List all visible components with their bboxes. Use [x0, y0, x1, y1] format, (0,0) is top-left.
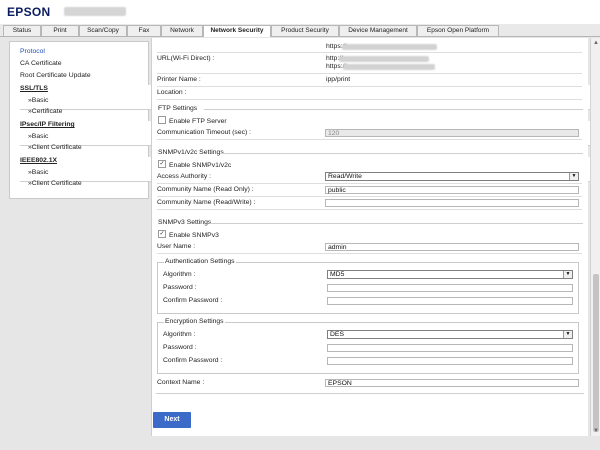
community-rw-row: Community Name (Read/Write) :: [157, 197, 582, 210]
tab-scan-copy[interactable]: Scan/Copy: [79, 25, 127, 36]
url-wifi-direct-row: URL(Wi-Fi Direct) : http:// https://: [157, 53, 582, 74]
section-divider: [204, 109, 583, 110]
sidebar-item-ipsec-basic[interactable]: »Basic: [28, 133, 48, 140]
snmpv1-enable-label: Enable SNMPv1/v2c: [169, 161, 232, 169]
header-bar: EPSON: [0, 0, 600, 25]
tab-device-management[interactable]: Device Management: [339, 25, 417, 36]
tab-print[interactable]: Print: [41, 25, 79, 36]
snmpv1-enable-checkbox[interactable]: ✓: [158, 160, 166, 168]
snmpv3-enable-label: Enable SNMPv3: [169, 231, 219, 239]
scrollbar-thumb[interactable]: [593, 274, 599, 432]
redacted-url: [342, 44, 437, 50]
access-authority-row: Access Authority : Read/Write ▼: [157, 171, 582, 184]
auth-algorithm-label: Algorithm :: [163, 271, 196, 278]
sidebar-item-ieee-client-certificate[interactable]: »Client Certificate: [28, 180, 82, 187]
section-divider: [210, 223, 583, 224]
user-name-label: User Name :: [157, 243, 196, 250]
encryption-settings-title: Encryption Settings: [164, 318, 225, 325]
enc-password-label: Password :: [163, 344, 197, 351]
section-divider: [156, 393, 584, 394]
redacted-url: [339, 56, 429, 62]
sidebar-item-ipsec-client-certificate[interactable]: »Client Certificate: [28, 144, 82, 151]
snmpv1-enable-row: ✓ Enable SNMPv1/v2c: [158, 160, 232, 169]
next-button[interactable]: Next: [153, 412, 191, 428]
community-rw-input[interactable]: [325, 199, 579, 207]
chevron-down-icon: ▼: [563, 271, 572, 278]
context-name-row: Context Name : EPSON: [157, 377, 582, 389]
context-name-label: Context Name :: [157, 379, 205, 386]
ftp-enable-checkbox[interactable]: [158, 116, 166, 124]
vertical-scrollbar[interactable]: ▲ ▼: [590, 38, 600, 436]
chevron-down-icon: ▼: [569, 173, 578, 180]
sidebar-item-protocol[interactable]: Protocol: [20, 48, 45, 55]
community-rw-label: Community Name (Read/Write) :: [157, 199, 256, 206]
enc-confirm-password-input[interactable]: [327, 357, 573, 365]
access-authority-value: Read/Write: [328, 173, 362, 180]
encryption-settings-box: Encryption Settings Algorithm : DES ▼ Pa…: [157, 318, 579, 374]
sidebar: Protocol CA Certificate Root Certificate…: [9, 41, 600, 199]
auth-password-input[interactable]: [327, 284, 573, 292]
ftp-timeout-input[interactable]: 120: [325, 129, 579, 137]
authentication-settings-box: Authentication Settings Algorithm : MD5 …: [157, 258, 579, 314]
community-ro-row: Community Name (Read Only) : public: [157, 184, 582, 197]
enc-algorithm-select[interactable]: DES ▼: [327, 330, 573, 339]
snmpv3-enable-checkbox[interactable]: ✓: [158, 230, 166, 238]
sidebar-item-root-certificate-update[interactable]: Root Certificate Update: [20, 72, 91, 79]
community-ro-label: Community Name (Read Only) :: [157, 186, 254, 193]
enc-algorithm-value: DES: [330, 331, 344, 338]
snmpv3-enable-row: ✓ Enable SNMPv3: [158, 230, 219, 239]
ftp-timeout-label: Communication Timeout (sec) :: [157, 129, 252, 136]
tab-product-security[interactable]: Product Security: [271, 25, 339, 36]
url-wifi-direct-label: URL(Wi-Fi Direct) :: [157, 55, 215, 62]
user-name-row: User Name : admin: [157, 241, 582, 254]
epson-logo: EPSON: [7, 5, 51, 19]
ftp-settings-title: FTP Settings: [158, 105, 198, 112]
scroll-up-arrow-icon[interactable]: ▲: [592, 39, 600, 47]
ftp-enable-label: Enable FTP Server: [169, 117, 227, 125]
authentication-settings-title: Authentication Settings: [164, 258, 236, 265]
chevron-down-icon: ▼: [563, 331, 572, 338]
section-divider: [220, 153, 583, 154]
auth-algorithm-value: MD5: [330, 271, 345, 278]
enc-password-input[interactable]: [327, 344, 573, 352]
printer-name-row: Printer Name : ipp/print: [157, 74, 582, 87]
sidebar-item-ssl-basic[interactable]: »Basic: [28, 97, 48, 104]
enc-confirm-password-label: Confirm Password :: [163, 357, 223, 364]
model-name-redacted: [64, 7, 126, 16]
tab-status[interactable]: Status: [3, 25, 41, 36]
sidebar-item-ssl-certificate[interactable]: »Certificate: [28, 108, 62, 115]
auth-confirm-password-label: Confirm Password :: [163, 297, 223, 304]
tab-network[interactable]: Network: [161, 25, 203, 36]
sidebar-item-ca-certificate[interactable]: CA Certificate: [20, 60, 62, 67]
context-name-input[interactable]: EPSON: [325, 379, 579, 387]
redacted-url: [343, 64, 435, 70]
user-name-input[interactable]: admin: [325, 243, 579, 251]
access-authority-label: Access Authority :: [157, 173, 212, 180]
snmpv3-settings-title: SNMPv3 Settings: [158, 219, 212, 226]
url-row-top: https://: [157, 38, 582, 53]
enc-algorithm-label: Algorithm :: [163, 331, 196, 338]
printer-name-label: Printer Name :: [157, 76, 201, 83]
auth-password-label: Password :: [163, 284, 197, 291]
auth-algorithm-select[interactable]: MD5 ▼: [327, 270, 573, 279]
location-label: Location :: [157, 89, 187, 96]
tab-bar: Status Print Scan/Copy Fax Network Netwo…: [0, 24, 600, 37]
location-row: Location :: [157, 87, 582, 100]
scroll-down-arrow-icon[interactable]: ▼: [592, 427, 600, 435]
access-authority-select[interactable]: Read/Write ▼: [325, 172, 579, 181]
printer-name-value: ipp/print: [326, 76, 351, 83]
ftp-timeout-row: Communication Timeout (sec) : 120: [157, 127, 582, 140]
tab-epson-open-platform[interactable]: Epson Open Platform: [417, 25, 499, 36]
sidebar-item-ieee-basic[interactable]: »Basic: [28, 169, 48, 176]
snmpv1-settings-title: SNMPv1/v2c Settings: [158, 149, 224, 156]
main-panel: https:// URL(Wi-Fi Direct) : http:// htt…: [151, 38, 588, 436]
ftp-enable-row: Enable FTP Server: [158, 116, 227, 125]
auth-confirm-password-input[interactable]: [327, 297, 573, 305]
community-ro-input[interactable]: public: [325, 186, 579, 194]
tab-fax[interactable]: Fax: [127, 25, 161, 36]
tab-network-security[interactable]: Network Security: [203, 25, 271, 37]
